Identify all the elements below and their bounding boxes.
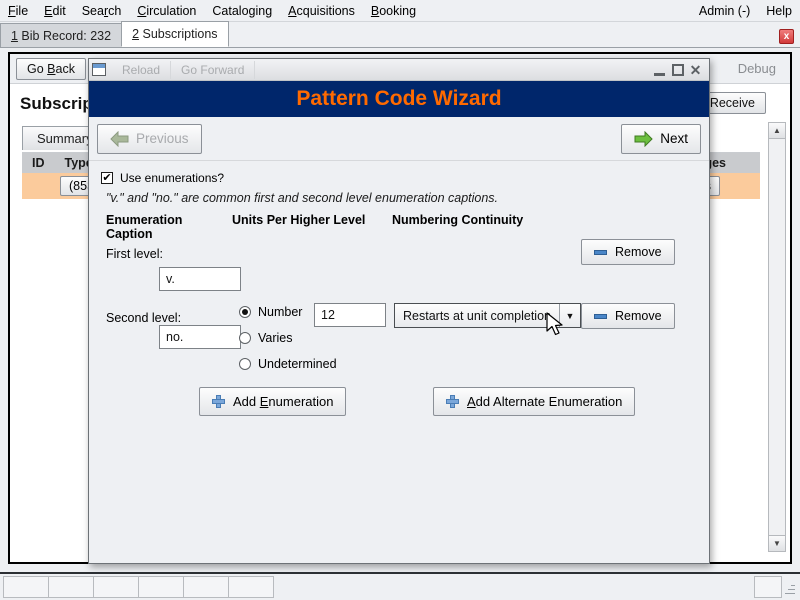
app-root: File Edit Search Circulation Cataloging … bbox=[0, 0, 800, 600]
dialog-body: ✔ Use enumerations? "v." and "no." are c… bbox=[89, 161, 709, 563]
tab-strip: 1 Bib Record: 232 2 Subscriptions x bbox=[0, 22, 800, 48]
scroll-down-icon[interactable]: ▼ bbox=[769, 535, 785, 551]
statusbar bbox=[0, 572, 800, 600]
use-enumerations-label: Use enumerations? bbox=[120, 171, 224, 185]
add-alternate-enumeration-button[interactable]: Add Alternate Enumeration bbox=[433, 387, 635, 416]
radio-undetermined[interactable]: Undetermined bbox=[239, 357, 337, 371]
window-controls: ✕ bbox=[652, 63, 706, 77]
tab-bib-record[interactable]: 1 Bib Record: 232 bbox=[0, 23, 122, 47]
menu-help[interactable]: Help bbox=[758, 2, 800, 20]
column-header-continuity: Numbering Continuity bbox=[392, 213, 523, 241]
status-cell-5 bbox=[183, 576, 229, 598]
column-header-id: ID bbox=[22, 156, 55, 170]
menubar: File Edit Search Circulation Cataloging … bbox=[0, 0, 800, 22]
enumeration-actions: Add Enumeration Add Alternate Enumeratio… bbox=[101, 387, 697, 427]
next-label: Next bbox=[660, 131, 688, 146]
pattern-code-wizard-dialog: Reload Go Forward ✕ Pattern Code Wizard … bbox=[88, 58, 710, 564]
menu-search[interactable]: Search bbox=[74, 2, 130, 20]
status-cell-2 bbox=[48, 576, 94, 598]
debug-label[interactable]: Debug bbox=[738, 61, 784, 76]
first-level-row: Remove bbox=[101, 261, 697, 301]
reload-button[interactable]: Reload bbox=[112, 61, 171, 79]
tab-bib-record-label: Bib Record: 232 bbox=[18, 29, 111, 43]
status-cell-1 bbox=[3, 576, 49, 598]
dialog-title: Pattern Code Wizard bbox=[89, 81, 709, 117]
radio-number-input[interactable] bbox=[239, 306, 251, 318]
wizard-nav: Previous Next bbox=[89, 117, 709, 161]
add-enumeration-button[interactable]: Add Enumeration bbox=[199, 387, 346, 416]
menu-cataloging[interactable]: Cataloging bbox=[204, 2, 280, 20]
minus-icon bbox=[594, 250, 607, 255]
window-icon bbox=[92, 63, 106, 76]
previous-label: Previous bbox=[136, 131, 189, 146]
numbering-continuity-select[interactable]: Restarts at unit completion ▼ bbox=[394, 303, 581, 328]
second-level-label: Second level: bbox=[106, 311, 181, 325]
maximize-button[interactable] bbox=[670, 63, 685, 77]
arrow-right-icon bbox=[634, 131, 653, 147]
resize-grip-icon[interactable] bbox=[783, 576, 797, 598]
previous-button[interactable]: Previous bbox=[97, 124, 202, 154]
add-enumeration-label: Add Enumeration bbox=[233, 394, 333, 409]
numbering-continuity-value: Restarts at unit completion bbox=[395, 304, 559, 327]
add-alternate-enumeration-label: Add Alternate Enumeration bbox=[467, 394, 622, 409]
column-headers-row: Enumeration Caption Units Per Higher Lev… bbox=[106, 213, 697, 241]
plus-icon bbox=[212, 395, 225, 408]
use-enumerations-row: ✔ Use enumerations? bbox=[101, 171, 697, 185]
status-cell-3 bbox=[93, 576, 139, 598]
close-icon[interactable]: ✕ bbox=[688, 63, 703, 77]
menu-edit[interactable]: Edit bbox=[36, 2, 74, 20]
first-level-remove-label: Remove bbox=[615, 245, 662, 259]
radio-varies[interactable]: Varies bbox=[239, 331, 293, 345]
status-cell-4 bbox=[138, 576, 184, 598]
chevron-down-icon[interactable]: ▼ bbox=[559, 304, 580, 327]
radio-undetermined-label: Undetermined bbox=[258, 357, 337, 371]
menubar-right: Admin (-) Help bbox=[691, 2, 800, 20]
vertical-scrollbar[interactable]: ▲ ▼ bbox=[768, 122, 786, 552]
units-per-higher-level-input[interactable] bbox=[314, 303, 386, 327]
second-level-row: Second level: Number Varies Undetermined… bbox=[101, 301, 697, 387]
tab-subscriptions[interactable]: 2 Subscriptions bbox=[121, 21, 228, 47]
radio-number[interactable]: Number bbox=[239, 305, 302, 319]
go-forward-button[interactable]: Go Forward bbox=[171, 61, 255, 79]
use-enumerations-checkbox[interactable]: ✔ bbox=[101, 172, 113, 184]
tab-subscriptions-label: Subscriptions bbox=[139, 27, 218, 41]
first-level-caption-input[interactable] bbox=[159, 267, 241, 291]
menu-booking[interactable]: Booking bbox=[363, 2, 424, 20]
go-back-label: Go Back bbox=[27, 62, 75, 76]
status-cell-right bbox=[754, 576, 782, 598]
radio-number-label: Number bbox=[258, 305, 302, 319]
column-header-units: Units Per Higher Level bbox=[232, 213, 392, 241]
go-back-button[interactable]: Go Back bbox=[16, 58, 86, 80]
radio-varies-label: Varies bbox=[258, 331, 293, 345]
next-button[interactable]: Next bbox=[621, 124, 701, 154]
minimize-button[interactable] bbox=[652, 63, 667, 77]
status-cell-6 bbox=[228, 576, 274, 598]
plus-icon bbox=[446, 395, 459, 408]
arrow-left-icon bbox=[110, 131, 129, 147]
second-level-caption-input[interactable] bbox=[159, 325, 241, 349]
dialog-chrome: Reload Go Forward ✕ bbox=[89, 59, 709, 81]
scroll-up-icon[interactable]: ▲ bbox=[769, 123, 785, 139]
menu-acquisitions[interactable]: Acquisitions bbox=[280, 2, 363, 20]
radio-undetermined-input[interactable] bbox=[239, 358, 251, 370]
second-level-remove-label: Remove bbox=[615, 309, 662, 323]
radio-varies-input[interactable] bbox=[239, 332, 251, 344]
menu-circulation[interactable]: Circulation bbox=[129, 2, 204, 20]
enumeration-hint: "v." and "no." are common first and seco… bbox=[106, 191, 697, 205]
menu-file[interactable]: File bbox=[0, 2, 36, 20]
second-level-remove-button[interactable]: Remove bbox=[581, 303, 675, 329]
close-tab-button[interactable]: x bbox=[779, 29, 794, 44]
column-header-caption: Enumeration Caption bbox=[106, 213, 232, 241]
minus-icon bbox=[594, 314, 607, 319]
first-level-remove-button[interactable]: Remove bbox=[581, 239, 675, 265]
menu-admin[interactable]: Admin (-) bbox=[691, 2, 758, 20]
